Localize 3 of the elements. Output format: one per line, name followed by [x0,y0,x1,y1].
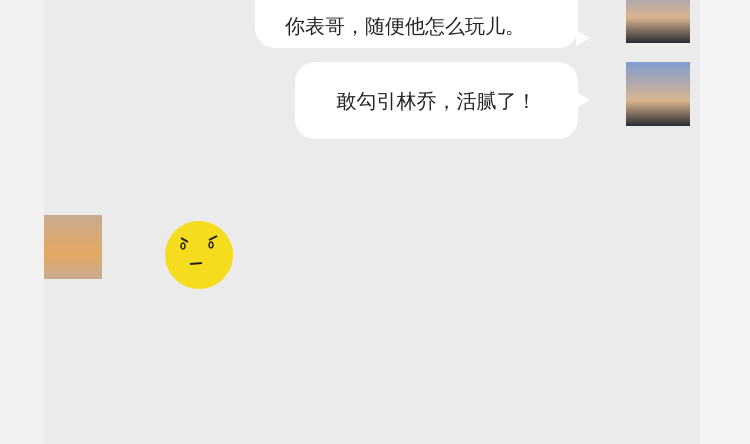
avatar-photo-placeholder [44,215,102,279]
annoyed-face-sticker-icon [164,220,234,290]
avatar-photo-placeholder [626,62,690,126]
